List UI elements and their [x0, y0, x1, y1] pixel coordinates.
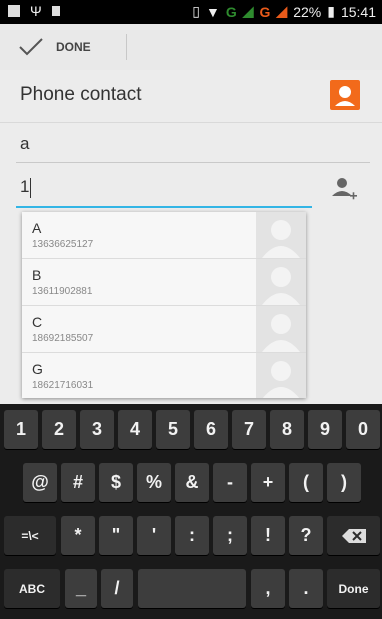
account-header: Phone contact: [0, 70, 382, 123]
text-cursor: [30, 177, 32, 198]
suggestion-phone: 13611902881: [32, 286, 93, 297]
key-1[interactable]: 1: [4, 410, 38, 449]
usb-icon: Ψ: [30, 3, 42, 19]
key-plus[interactable]: +: [251, 463, 285, 502]
abc-key[interactable]: ABC: [4, 569, 60, 608]
keyboard: 1 2 3 4 5 6 7 8 9 0 @ # $ % & - + ( ) =\…: [0, 404, 382, 619]
notification-icon: [8, 5, 20, 17]
vibrate-icon: ▯: [192, 3, 200, 19]
key-hash[interactable]: #: [61, 463, 95, 502]
key-7[interactable]: 7: [232, 410, 266, 449]
key-asterisk[interactable]: *: [61, 516, 95, 555]
suggestion-phone: 13636625127: [32, 239, 94, 250]
wifi-icon: ▼: [206, 3, 220, 20]
key-more-symbols[interactable]: =\<: [4, 516, 56, 555]
key-question[interactable]: ?: [289, 516, 323, 555]
phone-field[interactable]: 1: [16, 172, 312, 208]
network-type-1: G: [225, 3, 237, 20]
contact-photo-icon[interactable]: [330, 80, 360, 110]
backspace-key[interactable]: [327, 516, 380, 555]
suggestion-name: B: [32, 267, 42, 283]
phone-suggestions-dropdown: A 13636625127 B 13611902881 C 1869218550…: [22, 212, 306, 398]
action-bar: DONE: [0, 24, 382, 71]
key-4[interactable]: 4: [118, 410, 152, 449]
add-contact-icon[interactable]: [330, 176, 358, 202]
battery-icon: ▮: [327, 3, 335, 19]
account-title: Phone contact: [20, 84, 142, 105]
key-semicolon[interactable]: ;: [213, 516, 247, 555]
key-percent[interactable]: %: [137, 463, 171, 502]
key-underscore[interactable]: _: [65, 569, 97, 608]
contact-avatar-icon: [256, 306, 306, 352]
key-9[interactable]: 9: [308, 410, 342, 449]
key-8[interactable]: 8: [270, 410, 304, 449]
signal-icon-2: ◢: [276, 3, 288, 19]
key-0[interactable]: 0: [346, 410, 380, 449]
key-6[interactable]: 6: [194, 410, 228, 449]
suggestion-item[interactable]: C 18692185507: [22, 306, 306, 353]
key-dollar[interactable]: $: [99, 463, 133, 502]
key-close-paren[interactable]: ): [327, 463, 361, 502]
clock: 15:41: [340, 3, 376, 20]
phone-value: 1: [20, 177, 30, 196]
suggestion-phone: 18621716031: [32, 380, 94, 391]
contact-avatar-icon: [256, 353, 306, 398]
done-key[interactable]: Done: [327, 569, 380, 608]
key-3[interactable]: 3: [80, 410, 114, 449]
notification-icon-2: [51, 6, 60, 16]
suggestion-name: C: [32, 314, 43, 330]
key-ampersand[interactable]: &: [175, 463, 209, 502]
suggestion-name: A: [32, 220, 42, 236]
name-field[interactable]: a: [16, 132, 370, 163]
key-period[interactable]: .: [289, 569, 323, 608]
key-at[interactable]: @: [23, 463, 57, 502]
space-key[interactable]: [138, 569, 246, 608]
suggestion-phone: 18692185507: [32, 333, 94, 344]
name-value: a: [20, 134, 30, 153]
key-open-paren[interactable]: (: [289, 463, 323, 502]
key-single-quote[interactable]: ': [137, 516, 171, 555]
key-colon[interactable]: :: [175, 516, 209, 555]
backspace-icon: [341, 528, 366, 543]
action-divider: [126, 34, 127, 60]
key-slash[interactable]: /: [101, 569, 133, 608]
suggestion-name: G: [32, 361, 43, 377]
contact-avatar-icon: [256, 259, 306, 305]
battery-percent: 22%: [293, 3, 322, 20]
key-2[interactable]: 2: [42, 410, 76, 449]
key-double-quote[interactable]: ": [99, 516, 133, 555]
key-minus[interactable]: -: [213, 463, 247, 502]
suggestion-item[interactable]: B 13611902881: [22, 259, 306, 306]
suggestion-item[interactable]: G 18621716031: [22, 353, 306, 398]
network-type-2: G: [259, 3, 271, 20]
done-button[interactable]: DONE: [18, 32, 91, 62]
key-5[interactable]: 5: [156, 410, 190, 449]
suggestion-item[interactable]: A 13636625127: [22, 212, 306, 259]
key-exclamation[interactable]: !: [251, 516, 285, 555]
contact-avatar-icon: [256, 212, 306, 258]
checkmark-icon: [19, 38, 43, 56]
done-label: DONE: [56, 40, 91, 54]
signal-icon-1: ◢: [242, 3, 254, 19]
key-comma[interactable]: ,: [251, 569, 285, 608]
status-bar: Ψ ▯ ▼ G ◢ G ◢ 22% ▮ 15:41: [0, 0, 382, 24]
